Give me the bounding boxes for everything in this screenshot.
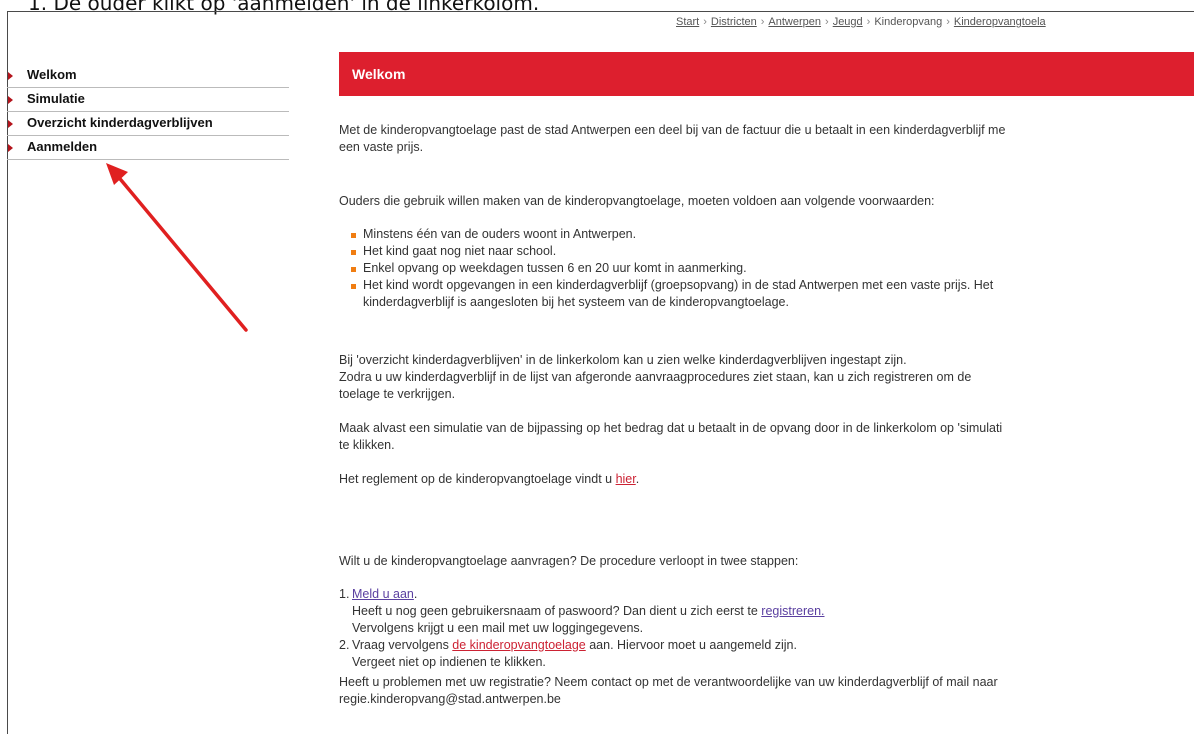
- red-arrow-icon: [106, 163, 248, 332]
